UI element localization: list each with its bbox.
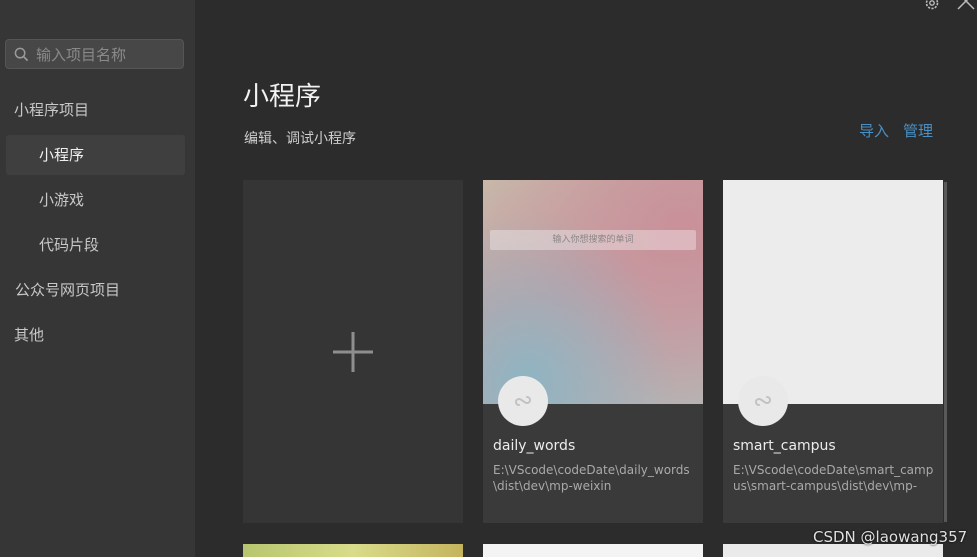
project-card-daily-words[interactable]: 输入你想搜索的单词 daily_words E:\VScode\codeDate… (483, 180, 703, 523)
page-title: 小程序 (243, 82, 322, 112)
sidebar-item-label: 小游戏 (39, 191, 85, 209)
sidebar-item-code-snippets[interactable]: 代码片段 (6, 225, 185, 265)
project-thumbnail: 输入你想搜索的单词 (483, 180, 703, 404)
project-name: daily_words (493, 438, 576, 454)
sidebar-item-label: 小程序 (39, 146, 85, 164)
search-icon (14, 47, 29, 62)
gear-icon[interactable] (923, 0, 941, 12)
new-project-card[interactable] (243, 180, 463, 523)
search-input[interactable] (34, 40, 183, 70)
sidebar-item-other[interactable]: 其他 (6, 315, 185, 355)
sidebar-item-official-account-web[interactable]: 公众号网页项目 (6, 270, 185, 310)
sidebar-item-label: 公众号网页项目 (15, 281, 121, 299)
search-box[interactable] (5, 39, 184, 70)
watermark: CSDN @laowang357 (813, 528, 968, 546)
plus-icon (333, 332, 373, 372)
sidebar: 小程序项目 小程序 小游戏 代码片段 公众号网页项目 其他 (0, 0, 195, 557)
scrollbar[interactable] (944, 182, 947, 522)
project-card-partial[interactable] (483, 544, 703, 557)
manage-link[interactable]: 管理 (903, 120, 933, 141)
sidebar-item-label: 其他 (14, 326, 45, 344)
project-avatar (498, 376, 548, 426)
project-thumbnail (723, 180, 943, 404)
mini-program-icon (755, 396, 771, 406)
sidebar-item-label: 代码片段 (39, 236, 100, 254)
sidebar-item-miniprogram-projects[interactable]: 小程序项目 (6, 90, 185, 130)
mini-program-icon (515, 396, 531, 406)
project-avatar (738, 376, 788, 426)
sidebar-item-minigame[interactable]: 小游戏 (6, 180, 185, 220)
project-path: E:\VScode\codeDate\daily_words\dist\dev\… (493, 463, 690, 493)
project-path: E:\VScode\codeDate\smart_campus\smart-ca… (733, 463, 934, 493)
project-name: smart_campus (733, 438, 836, 454)
import-link[interactable]: 导入 (859, 120, 889, 141)
page-subtitle: 编辑、调试小程序 (244, 131, 356, 147)
sidebar-item-label: 小程序项目 (14, 101, 90, 119)
close-icon[interactable] (955, 0, 977, 12)
sidebar-item-miniprogram[interactable]: 小程序 (6, 135, 185, 175)
project-card-partial[interactable] (243, 544, 463, 557)
thumbnail-search-bar: 输入你想搜索的单词 (490, 230, 696, 250)
project-card-smart-campus[interactable]: smart_campus E:\VScode\codeDate\smart_ca… (723, 180, 943, 523)
